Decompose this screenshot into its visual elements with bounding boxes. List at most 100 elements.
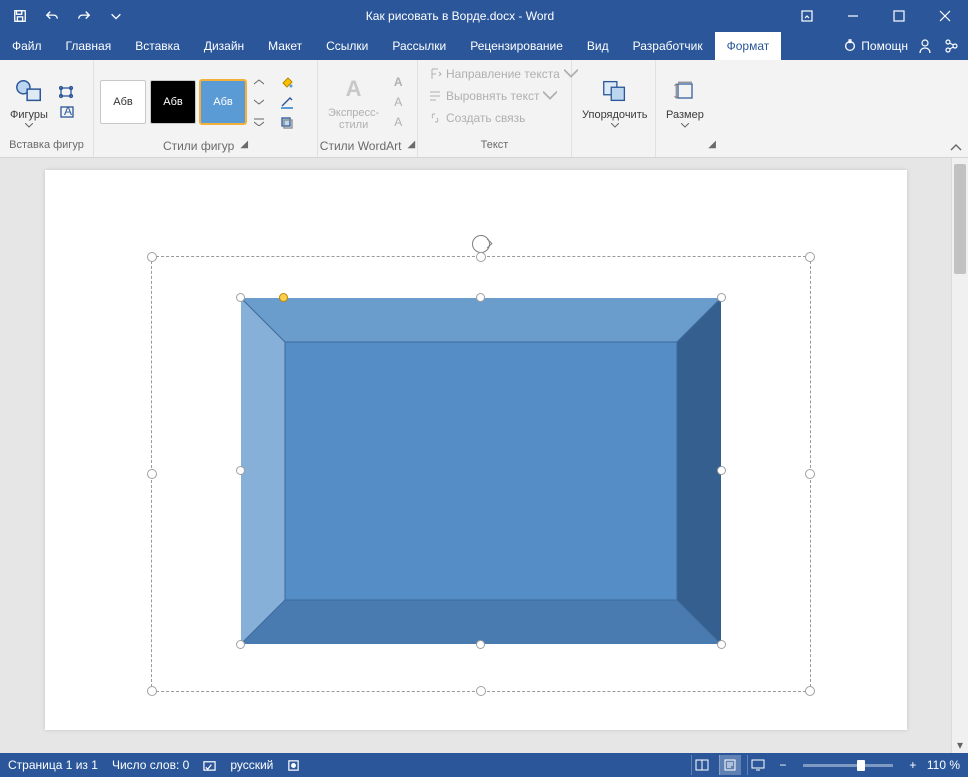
size-button[interactable]: Размер (662, 73, 708, 130)
zoom-slider[interactable] (803, 764, 893, 767)
status-words[interactable]: Число слов: 0 (112, 758, 189, 772)
tab-home[interactable]: Главная (54, 32, 124, 60)
scroll-thumb[interactable] (954, 164, 966, 274)
zoom-slider-thumb[interactable] (857, 760, 865, 771)
view-read-button[interactable] (691, 755, 713, 775)
handle-n[interactable] (476, 252, 486, 262)
tab-format[interactable]: Формат (715, 32, 782, 60)
tab-design[interactable]: Дизайн (192, 32, 256, 60)
tab-references[interactable]: Ссылки (314, 32, 380, 60)
wordart-icon: A (338, 73, 370, 105)
style-1[interactable]: Абв (100, 80, 146, 124)
share-button[interactable] (916, 37, 934, 55)
tell-me[interactable]: Помощн (843, 39, 908, 53)
create-link-button[interactable]: Создать связь (424, 108, 529, 128)
handle-s[interactable] (476, 686, 486, 696)
rotation-handle[interactable] (472, 235, 490, 253)
size-label: Размер (666, 109, 704, 121)
zoom-out-button[interactable]: − (775, 758, 791, 772)
shape-handle-w[interactable] (236, 466, 245, 475)
align-text-button[interactable]: Выровнять текст (424, 86, 561, 106)
status-page[interactable]: Страница 1 из 1 (8, 758, 98, 772)
group-insert-shapes-label: Вставка фигур (6, 139, 87, 155)
wordart-quick-styles-button[interactable]: A Экспресс- стили (324, 71, 383, 133)
gallery-down-button[interactable] (250, 93, 268, 111)
page[interactable] (45, 170, 907, 730)
minimize-button[interactable] (830, 0, 876, 32)
undo-button[interactable] (38, 2, 66, 30)
gallery-up-button[interactable] (250, 73, 268, 91)
style-3[interactable]: Абв (200, 80, 246, 124)
size-launcher[interactable]: ◢ (708, 139, 716, 155)
shape-adjust-handle[interactable] (279, 293, 288, 302)
close-button[interactable] (922, 0, 968, 32)
tab-mailings[interactable]: Рассылки (380, 32, 458, 60)
status-proofing[interactable] (203, 759, 216, 772)
view-web-button[interactable] (747, 755, 769, 775)
shape-handle-n[interactable] (476, 293, 485, 302)
align-text-label: Выровнять текст (446, 89, 539, 103)
handle-w[interactable] (147, 469, 157, 479)
group-text-label: Текст (424, 139, 565, 155)
zoom-in-button[interactable]: + (905, 758, 921, 772)
bevel-shape[interactable] (241, 298, 721, 644)
redo-button[interactable] (70, 2, 98, 30)
save-button[interactable] (6, 2, 34, 30)
handle-e[interactable] (805, 469, 815, 479)
shapes-gallery-button[interactable]: Фигуры (6, 73, 52, 130)
ribbon: Фигуры A Вставка фигур Абв Абв Абв (0, 60, 968, 158)
edit-shape-button[interactable] (56, 83, 78, 101)
shape-handle-s[interactable] (476, 640, 485, 649)
create-link-label: Создать связь (446, 111, 525, 125)
arrange-icon (599, 75, 631, 107)
size-icon (669, 75, 701, 107)
shape-handle-nw[interactable] (236, 293, 245, 302)
title-bar: Как рисовать в Ворде.docx - Word (0, 0, 968, 32)
text-direction-button[interactable]: Направление текста (424, 64, 582, 84)
draw-textbox-button[interactable]: A (56, 103, 78, 121)
tab-review[interactable]: Рецензирование (458, 32, 575, 60)
view-print-button[interactable] (719, 755, 741, 775)
collapse-ribbon-button[interactable] (950, 141, 962, 155)
maximize-button[interactable] (876, 0, 922, 32)
tab-developer[interactable]: Разработчик (621, 32, 715, 60)
shape-effects-button[interactable] (276, 113, 298, 131)
shape-outline-button[interactable] (276, 93, 298, 111)
handle-se[interactable] (805, 686, 815, 696)
document-canvas[interactable] (0, 158, 951, 753)
status-language[interactable]: русский (230, 758, 273, 772)
text-direction-label: Направление текста (446, 67, 560, 81)
tab-file[interactable]: Файл (0, 32, 54, 60)
shape-styles-launcher[interactable]: ◢ (240, 139, 248, 155)
text-outline-button[interactable]: A (387, 93, 409, 111)
window-title: Как рисовать в Ворде.docx - Word (136, 0, 784, 32)
ribbon-options-button[interactable] (784, 0, 830, 32)
shape-handle-e[interactable] (717, 466, 726, 475)
status-bar: Страница 1 из 1 Число слов: 0 русский − … (0, 753, 968, 777)
arrange-button[interactable]: Упорядочить (578, 73, 651, 130)
gallery-more-button[interactable] (250, 113, 268, 131)
tab-layout[interactable]: Макет (256, 32, 314, 60)
svg-text:A: A (64, 105, 72, 118)
handle-sw[interactable] (147, 686, 157, 696)
wordart-launcher[interactable]: ◢ (408, 139, 416, 155)
text-effects-button[interactable]: A (387, 113, 409, 131)
vertical-scrollbar[interactable]: ▴ ▾ (951, 158, 968, 753)
zoom-level[interactable]: 110 % (927, 758, 960, 772)
status-macro[interactable] (287, 759, 300, 772)
account-button[interactable] (942, 37, 960, 55)
shape-fill-button[interactable] (276, 73, 298, 91)
shape-handle-ne[interactable] (717, 293, 726, 302)
qat-customize-button[interactable] (102, 2, 130, 30)
window-controls (784, 0, 968, 32)
text-fill-button[interactable]: A (387, 73, 409, 91)
handle-nw[interactable] (147, 252, 157, 262)
scroll-down-button[interactable]: ▾ (952, 736, 968, 753)
shape-handle-se[interactable] (717, 640, 726, 649)
tab-view[interactable]: Вид (575, 32, 621, 60)
handle-ne[interactable] (805, 252, 815, 262)
tab-insert[interactable]: Вставка (123, 32, 192, 60)
shape-tools-stack: A (56, 83, 78, 121)
shape-handle-sw[interactable] (236, 640, 245, 649)
style-2[interactable]: Абв (150, 80, 196, 124)
